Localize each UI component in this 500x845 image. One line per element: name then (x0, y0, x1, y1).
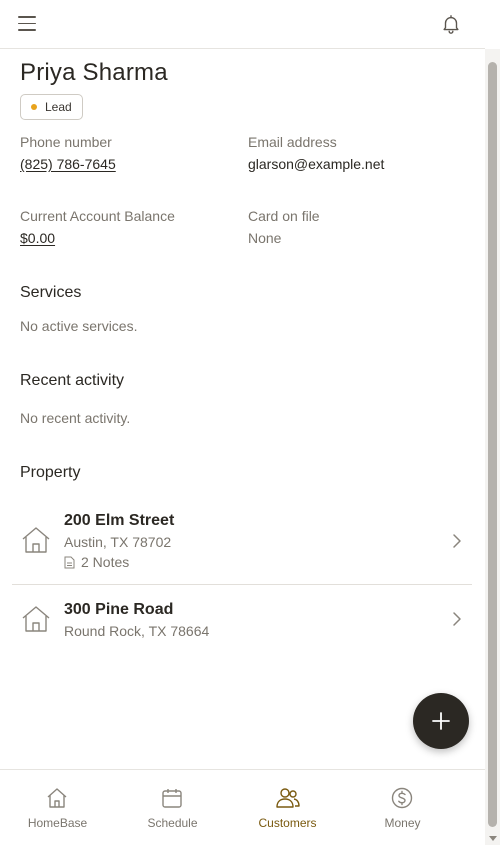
nav-label: Money (384, 816, 421, 830)
chevron-right-icon (453, 612, 461, 626)
top-bar (0, 0, 485, 49)
phone-link[interactable]: (825) 786-7645 (20, 156, 116, 172)
note-icon (64, 556, 75, 568)
property-notes: 2 Notes (64, 554, 129, 570)
bell-icon[interactable] (440, 13, 462, 35)
card-label: Card on file (248, 208, 320, 224)
property-row[interactable]: 300 Pine Road Round Rock, TX 78664 (12, 586, 472, 656)
status-badge-label: Lead (45, 100, 72, 114)
scroll-down-arrow-icon[interactable] (489, 836, 497, 841)
property-row[interactable]: 200 Elm Street Austin, TX 78702 2 Notes (12, 501, 472, 585)
activity-empty-text: No recent activity. (20, 410, 131, 426)
status-badge: Lead (20, 94, 83, 120)
scrollbar-thumb[interactable] (488, 62, 497, 827)
phone-label: Phone number (20, 134, 112, 150)
add-fab-button[interactable] (413, 693, 469, 749)
activity-title: Recent activity (20, 372, 125, 389)
property-city: Round Rock, TX 78664 (64, 623, 210, 639)
bottom-nav: HomeBase Schedule Customers Money (0, 769, 485, 845)
property-street: 200 Elm Street (64, 512, 175, 529)
lead-dot-icon (31, 104, 37, 110)
services-title: Services (20, 284, 82, 301)
calendar-icon (162, 789, 182, 808)
property-notes-label: 2 Notes (81, 554, 130, 570)
dollar-circle-icon (391, 787, 413, 809)
nav-item-customers[interactable]: Customers (230, 770, 345, 845)
balance-link[interactable]: $0.00 (20, 230, 55, 246)
nav-label: Schedule (147, 816, 198, 830)
card-value: None (248, 230, 282, 246)
property-city: Austin, TX 78702 (64, 534, 172, 550)
customer-detail: Priya Sharma Lead Phone number (825) 786… (0, 49, 485, 769)
house-icon (22, 606, 50, 632)
hamburger-icon[interactable] (18, 16, 36, 31)
nav-item-money[interactable]: Money (345, 770, 460, 845)
nav-item-homebase[interactable]: HomeBase (0, 770, 115, 845)
property-title: Property (20, 464, 81, 481)
home-icon (47, 788, 67, 808)
services-empty-text: No active services. (20, 318, 138, 334)
nav-item-schedule[interactable]: Schedule (115, 770, 230, 845)
balance-label: Current Account Balance (20, 208, 175, 224)
customer-name: Priya Sharma (20, 59, 168, 86)
nav-label: Customers (258, 816, 317, 830)
email-label: Email address (248, 134, 337, 150)
users-icon (276, 788, 300, 808)
email-value: glarson@example.net (248, 156, 385, 172)
plus-icon (432, 712, 450, 730)
property-street: 300 Pine Road (64, 601, 174, 618)
house-icon (22, 527, 50, 553)
nav-label: HomeBase (27, 816, 88, 830)
chevron-right-icon (453, 534, 461, 548)
